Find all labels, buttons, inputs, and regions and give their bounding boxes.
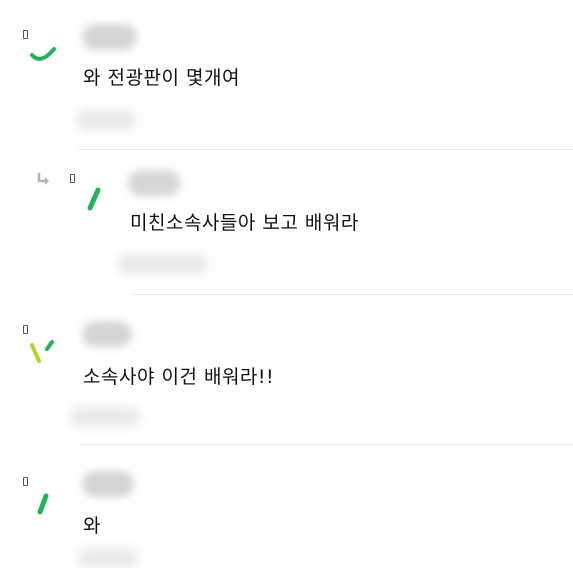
comment-text: 소속사야 이건 배워라!! (83, 366, 275, 388)
comment-text: 미친소속사들아 보고 배워라 (130, 212, 359, 234)
badge-icon (70, 174, 75, 183)
author-name[interactable] (128, 170, 180, 196)
comment-item: 와 (0, 445, 573, 568)
avatar-icon[interactable] (27, 335, 61, 369)
comment-meta (70, 407, 140, 427)
comment-meta (78, 548, 138, 568)
comment-meta (118, 254, 208, 274)
author-name[interactable] (82, 321, 132, 347)
comment-meta (76, 110, 136, 130)
comment-text: 와 전광판이 몇개여 (83, 67, 240, 89)
comment-text: 와 (83, 515, 101, 537)
comment-item: 소속사야 이건 배워라!! (0, 295, 573, 445)
badge-icon (23, 477, 28, 486)
author-name[interactable] (82, 24, 137, 50)
avatar-icon[interactable] (30, 488, 64, 522)
avatar-icon[interactable] (80, 184, 114, 218)
comment-item: 와 전광판이 몇개여 (0, 0, 573, 150)
comment-item: 미친소속사들아 보고 배워라 (0, 150, 573, 295)
badge-icon (23, 325, 28, 334)
avatar-icon[interactable] (27, 33, 61, 67)
author-name[interactable] (82, 471, 134, 497)
reply-arrow-icon (37, 173, 49, 185)
